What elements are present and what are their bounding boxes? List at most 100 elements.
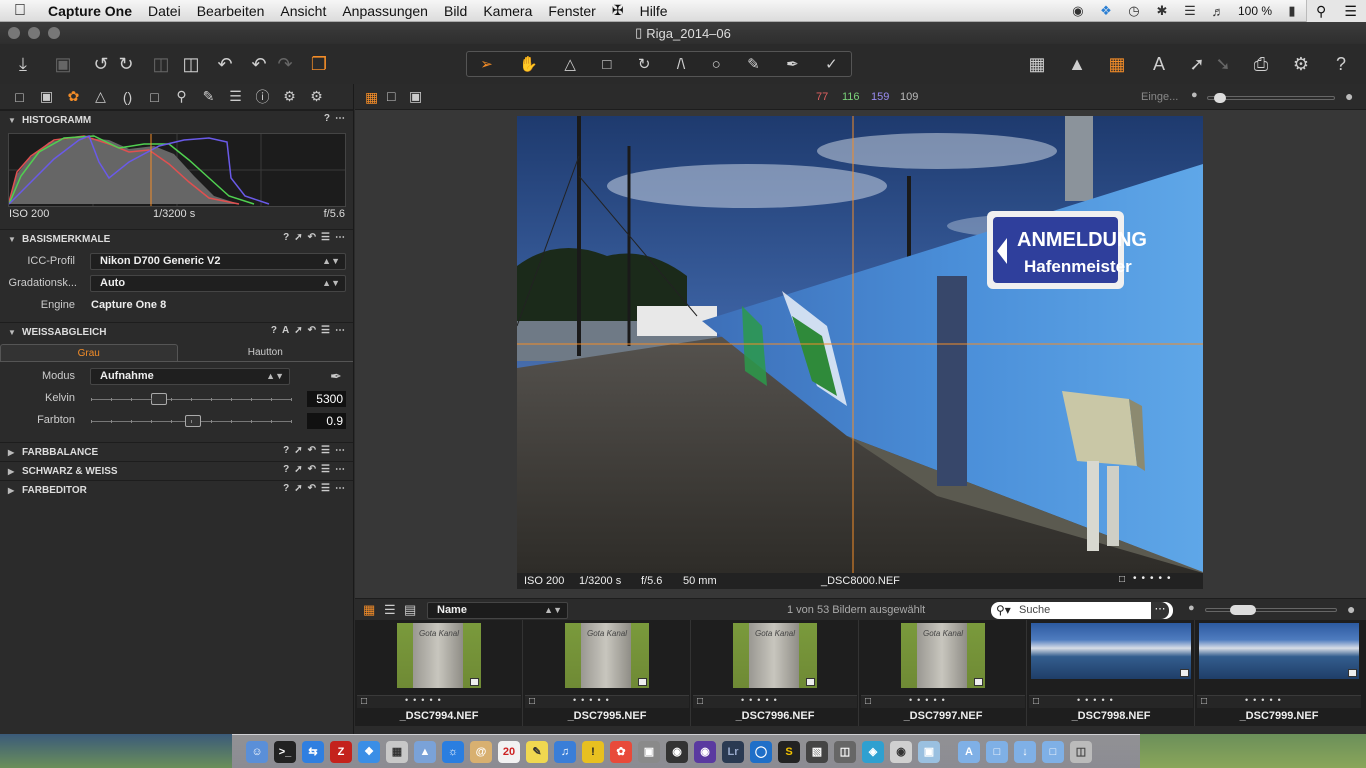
presets-icon[interactable]: ☰ <box>321 232 330 243</box>
thumbnail-image[interactable]: Gota Kanal <box>733 623 817 688</box>
copy-apply-icon[interactable]: ➚ <box>294 483 302 494</box>
thumbnail-size-slider[interactable] <box>1205 605 1337 615</box>
capture-one-icon[interactable]: ◉ <box>694 740 716 763</box>
print-icon[interactable]: ⎙ <box>1248 52 1274 76</box>
status-circle-icon[interactable]: ◉ <box>1064 3 1092 19</box>
trash-icon[interactable]: ◫ <box>178 52 204 76</box>
output-tab-icon[interactable]: ⚙ <box>276 88 303 105</box>
thumbnail-size-knob[interactable] <box>1230 605 1256 615</box>
eyedropper-icon[interactable]: ✒ <box>330 368 342 385</box>
reset-icon[interactable]: ↶ <box>308 483 316 494</box>
screenshot-icon[interactable]: ◫ <box>834 740 856 763</box>
composition-tab-icon[interactable]: □ <box>141 89 168 105</box>
rating-dots[interactable]: ••••• <box>909 695 950 705</box>
dropbox-icon[interactable]: ❖ <box>1092 3 1120 19</box>
more-icon[interactable]: ⋯ <box>335 113 345 124</box>
proof-view-icon[interactable]: ▣ <box>409 88 422 105</box>
copy-apply-icon[interactable]: ➚ <box>294 232 302 243</box>
camera-icon[interactable]: ▣ <box>50 52 76 76</box>
copy-apply-icon[interactable]: ➚ <box>294 325 302 336</box>
thumbnail-image[interactable]: Gota Kanal <box>397 623 481 688</box>
quicklook-icon[interactable]: ! <box>582 740 604 763</box>
annotate-tool-icon[interactable]: ✓ <box>825 55 838 73</box>
black-white-header[interactable]: ▶ SCHWARZ & WEISS ? ➚ ↶ ☰ ⋯ <box>0 461 353 480</box>
photos-app-icon[interactable]: ✿ <box>610 740 632 763</box>
reset-icon[interactable]: ↶ <box>308 232 316 243</box>
finder-icon[interactable]: ☺ <box>246 740 268 763</box>
redo-icon[interactable]: ↷ <box>272 52 298 76</box>
details-tab-icon[interactable]: ⚲ <box>168 88 195 105</box>
hand-tool-icon[interactable]: ✋ <box>519 55 538 73</box>
teamviewer-icon[interactable]: ⇆ <box>302 740 324 763</box>
library-tab-icon[interactable]: □ <box>6 89 33 105</box>
multi-view-icon[interactable]: ▦ <box>365 89 378 106</box>
basic-header[interactable]: ▼ BASISMERKMALE ? ➚ ↶ ☰ ⋯ <box>0 229 353 248</box>
more-icon[interactable]: ⋯ <box>335 464 345 475</box>
select-checkbox-icon[interactable]: □ <box>1119 574 1125 585</box>
spot-tool-icon[interactable]: ○ <box>712 56 721 73</box>
notes-icon[interactable]: ✎ <box>526 740 548 763</box>
menu-ansicht[interactable]: Ansicht <box>272 3 334 19</box>
list-browser-icon[interactable]: ☰ <box>384 602 396 618</box>
mode-select[interactable]: Aufnahme ▲▼ <box>90 368 290 385</box>
metadata-tab-icon[interactable]: ⓘ <box>249 87 276 107</box>
terminal-icon[interactable]: >_ <box>274 740 296 763</box>
menu-hilfe[interactable]: Hilfe <box>632 3 676 19</box>
thumbnail-image[interactable]: Gota Kanal <box>901 623 985 688</box>
thumbnail-image[interactable] <box>1199 623 1359 679</box>
wifi-icon[interactable]: ☰ <box>1176 3 1204 19</box>
sort-select[interactable]: Name ▲▼ <box>427 602 568 619</box>
itunes-icon[interactable]: ♫ <box>554 740 576 763</box>
menu-anpassungen[interactable]: Anpassungen <box>334 3 436 19</box>
menu-kamera[interactable]: Kamera <box>475 3 540 19</box>
menu-datei[interactable]: Datei <box>140 3 189 19</box>
bluetooth-icon[interactable]: ✱ <box>1148 3 1176 19</box>
tint-value-field[interactable]: 0.9 <box>307 413 346 429</box>
import-icon[interactable]: ⤓ <box>10 52 36 76</box>
safari-icon[interactable]: ☼ <box>442 740 464 763</box>
batch-tab-icon[interactable]: ⚙ <box>303 88 330 105</box>
search-input[interactable]: Suche <box>1019 604 1050 616</box>
lens-tab-icon[interactable]: () <box>114 89 141 105</box>
thumbnail-cell[interactable]: Gota Kanal □ ••••• _DSC7996.NEF <box>691 620 859 726</box>
select-checkbox-icon[interactable]: □ <box>529 696 535 707</box>
presets-icon[interactable]: ☰ <box>321 464 330 475</box>
rotate-left-icon[interactable]: ↺ <box>88 52 114 76</box>
close-window-button[interactable] <box>8 27 20 39</box>
curve-select[interactable]: Auto ▲▼ <box>90 275 346 292</box>
copy-apply-icon[interactable]: ➚ <box>294 464 302 475</box>
apply-adjustments-icon[interactable]: ➘ <box>1210 52 1236 76</box>
presets-icon[interactable]: ☰ <box>321 483 330 494</box>
brush-tool-icon[interactable]: ✎ <box>747 55 760 73</box>
applications-folder-icon[interactable]: A <box>958 740 980 763</box>
adjustments-tab-icon[interactable]: ☰ <box>222 88 249 105</box>
filezilla-icon[interactable]: Z <box>330 740 352 763</box>
rotate-tool-icon[interactable]: ↻ <box>638 55 651 73</box>
time-machine-icon[interactable]: ◷ <box>1120 3 1148 19</box>
white-balance-header[interactable]: ▼ WEISSABGLEICH ? A ➚ ↶ ☰ ⋯ <box>0 322 353 341</box>
thumbnail-cell[interactable]: Gota Kanal □ ••••• _DSC7995.NEF <box>523 620 691 726</box>
grid-view-icon[interactable]: ▦ <box>1024 52 1050 76</box>
script-app-icon[interactable]: S <box>778 740 800 763</box>
keystone-tool-icon[interactable]: /\ <box>677 56 685 73</box>
undo-icon[interactable]: ↶ <box>246 52 272 76</box>
settings-gear-icon[interactable]: ⚙ <box>1288 52 1314 76</box>
more-icon[interactable]: ⋯ <box>335 445 345 456</box>
help-icon[interactable]: ? <box>283 232 289 243</box>
grid-browser-icon[interactable]: ▦ <box>363 602 375 618</box>
zoom-label[interactable]: Einge... <box>1141 91 1178 103</box>
exposure-tab-icon[interactable]: △ <box>87 88 114 105</box>
main-photo[interactable]: ANMELDUNG Hafenmeister <box>517 116 1203 573</box>
help-icon[interactable]: ? <box>283 445 289 456</box>
help-icon[interactable]: ? <box>324 113 330 124</box>
crop-tool-icon[interactable]: □ <box>602 56 611 73</box>
downloads-folder-icon[interactable]: ↓ <box>1014 740 1036 763</box>
menu-bild[interactable]: Bild <box>436 3 475 19</box>
thumbnail-cell[interactable]: □ ••••• _DSC7998.NEF <box>1027 620 1195 726</box>
histogram-header[interactable]: ▼ HISTOGRAMM ? ⋯ <box>0 110 353 129</box>
tint-slider-knob[interactable] <box>185 415 201 427</box>
preview-icon[interactable]: ▲ <box>414 740 436 763</box>
rotate-right-icon[interactable]: ↻ <box>113 52 139 76</box>
reset-icon[interactable]: ↶ <box>308 464 316 475</box>
image-capture-icon[interactable]: ▣ <box>638 740 660 763</box>
